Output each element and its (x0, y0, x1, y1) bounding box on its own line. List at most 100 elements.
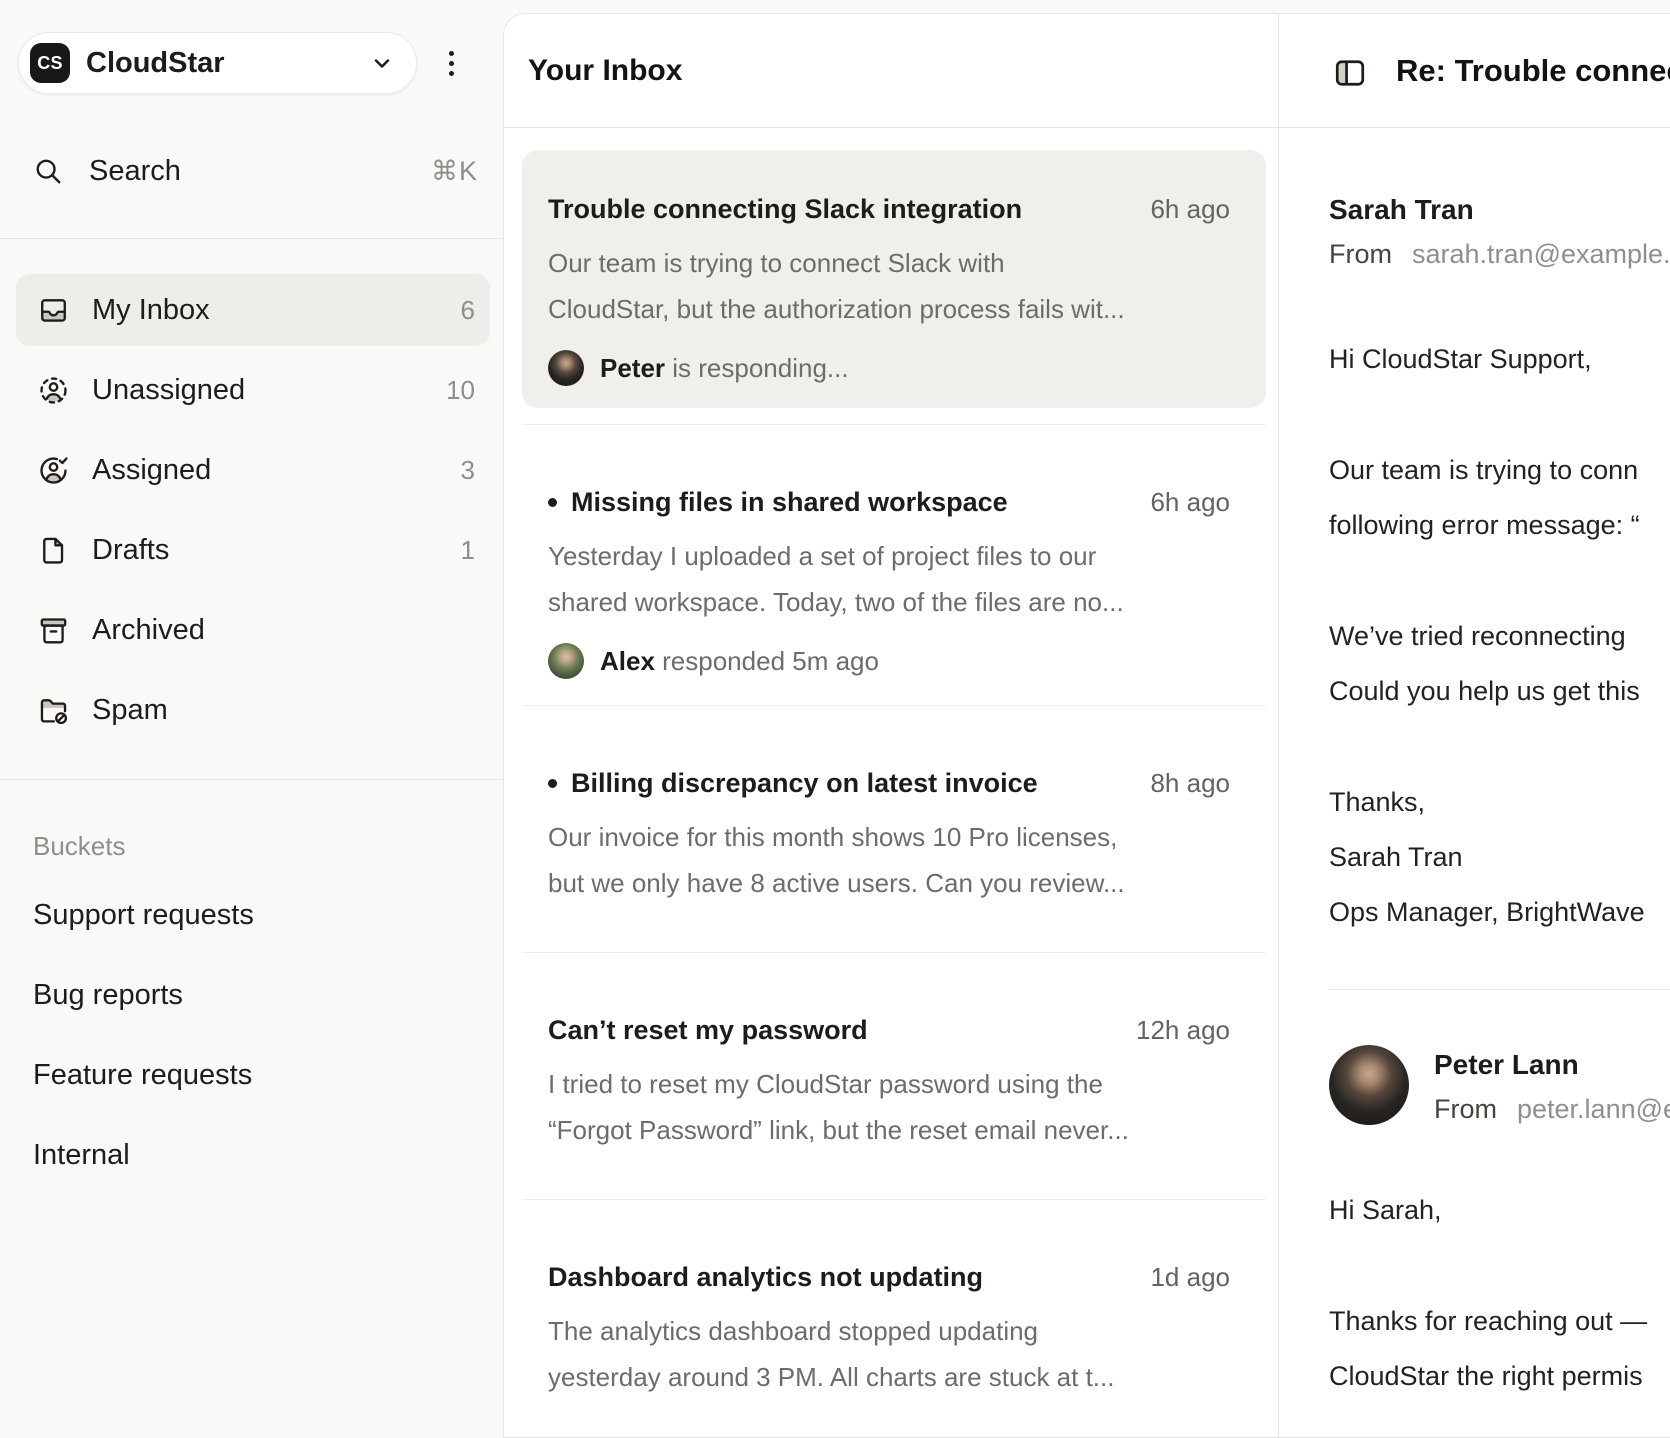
bucket-item-internal[interactable]: Internal (33, 1119, 478, 1191)
sidebar-item-label: Assigned (92, 454, 211, 487)
workspace-row: CS CloudStar (18, 32, 485, 94)
conversation-time: 6h ago (1130, 194, 1230, 225)
responder-name: Alex (600, 646, 655, 676)
conversation-item[interactable]: Missing files in shared workspace 6h ago… (522, 424, 1266, 705)
message-line: Hi CloudStar Support, (1329, 332, 1670, 387)
sidebar-divider (0, 238, 503, 239)
sidebar-item-count: 1 (461, 535, 475, 566)
search-button[interactable]: Search ⌘K (33, 152, 478, 190)
responder-action: responded 5m ago (655, 646, 879, 676)
message-header: Sarah Tran From sarah.tran@example.com (1329, 194, 1670, 270)
conversation-item-selected[interactable]: Trouble connecting Slack integration 6h … (522, 150, 1266, 408)
buckets-section: Buckets Support requests Bug reports Fea… (33, 832, 478, 1191)
sidebar-item-label: My Inbox (92, 294, 210, 327)
message-author: Peter Lann (1434, 1049, 1670, 1081)
sidebar-item-my-inbox[interactable]: My Inbox 6 (16, 274, 490, 346)
sidebar-item-label: Unassigned (92, 374, 245, 407)
conversation-item[interactable]: Dashboard analytics not updating 1d ago … (522, 1199, 1266, 1437)
conversation-title: Trouble connecting Slack integration (548, 192, 1022, 226)
conversation-preview: Our invoice for this month shows 10 Pro … (548, 814, 1230, 860)
overflow-menu-button[interactable] (441, 43, 462, 84)
conversation-preview: Yesterday I uploaded a set of project fi… (548, 533, 1230, 579)
alex-avatar (548, 643, 584, 679)
message-line: Ops Manager, BrightWave (1329, 885, 1670, 940)
conversation-title: Missing files in shared workspace (571, 485, 1008, 519)
responder-status: Peter is responding... (548, 350, 1230, 386)
main-panels: Your Inbox Trouble connecting Slack inte… (503, 13, 1670, 1438)
user-check-icon (37, 454, 70, 487)
conversation-preview: Our team is trying to connect Slack with (548, 240, 1230, 286)
responder-status: Alex responded 5m ago (548, 643, 1230, 679)
sidebar-item-drafts[interactable]: Drafts 1 (16, 514, 490, 586)
sidebar-nav: My Inbox 6 Unassigned 10 (16, 274, 490, 746)
unread-dot (548, 498, 557, 507)
sidebar-item-unassigned[interactable]: Unassigned 10 (16, 354, 490, 426)
message-thread: Sarah Tran From sarah.tran@example.com Hi… (1279, 128, 1670, 1404)
conversation-list-pane: Your Inbox Trouble connecting Slack inte… (504, 14, 1279, 1437)
message-line: We’ve tried reconnecting (1329, 609, 1670, 664)
peter-avatar (548, 350, 584, 386)
sidebar-item-spam[interactable]: Spam (16, 674, 490, 746)
document-icon (37, 534, 70, 567)
conversation-item[interactable]: Billing discrepancy on latest invoice 8h… (522, 705, 1266, 952)
from-label: From (1434, 1094, 1497, 1124)
from-email: sarah.tran@example.com (1412, 239, 1670, 269)
sidebar-item-archived[interactable]: Archived (16, 594, 490, 666)
workspace-switcher[interactable]: CS CloudStar (18, 32, 417, 94)
conversation-preview: but we only have 8 active users. Can you… (548, 860, 1230, 906)
sidebar-item-count: 6 (461, 295, 475, 326)
bucket-item-feature-requests[interactable]: Feature requests (33, 1039, 478, 1111)
unread-dot (548, 779, 557, 788)
search-label: Search (89, 155, 181, 188)
folder-slash-icon (37, 694, 70, 727)
conversation-time: 8h ago (1130, 768, 1230, 799)
panel-toggle-icon (1332, 55, 1368, 91)
sidebar-item-label: Archived (92, 614, 205, 647)
sidebar-item-label: Drafts (92, 534, 169, 567)
message-line: following error message: “ (1329, 498, 1670, 553)
conversation-time: 6h ago (1130, 487, 1230, 518)
bucket-item-support-requests[interactable]: Support requests (33, 879, 478, 951)
conversation-title: Can’t reset my password (548, 1013, 868, 1047)
conversation-preview: The analytics dashboard stopped updating (548, 1308, 1230, 1354)
conversation-title: Dashboard analytics not updating (548, 1260, 983, 1294)
responder-name: Peter (600, 353, 665, 383)
message-line: CloudStar the right permis (1329, 1349, 1670, 1404)
message-line: Thanks, (1329, 775, 1670, 830)
list-pane-header: Your Inbox (504, 14, 1278, 128)
buckets-heading: Buckets (33, 832, 478, 860)
message-line: Thanks for reaching out — (1329, 1294, 1670, 1349)
conversation-preview: yesterday around 3 PM. All charts are st… (548, 1354, 1230, 1400)
conversation-item[interactable]: Can’t reset my password 12h ago I tried … (522, 952, 1266, 1199)
search-icon (33, 156, 63, 186)
message-line: Hi Sarah, (1329, 1183, 1670, 1238)
detail-pane-header: Re: Trouble connecting Slack integration (1279, 14, 1670, 128)
conversation-detail-title: Re: Trouble connecting Slack integration (1396, 53, 1670, 89)
search-shortcut: ⌘K (431, 156, 478, 187)
bucket-item-bug-reports[interactable]: Bug reports (33, 959, 478, 1031)
sidebar-divider (0, 779, 503, 780)
user-dashed-icon (37, 374, 70, 407)
message-author: Sarah Tran (1329, 194, 1670, 226)
from-email: peter.lann@example.com (1517, 1094, 1670, 1124)
message-header: Peter Lann From peter.lann@example.com (1329, 1045, 1670, 1125)
message-line: Sarah Tran (1329, 830, 1670, 885)
conversation-preview: CloudStar, but the authorization process… (548, 286, 1230, 332)
conversation-detail-pane: Re: Trouble connecting Slack integration… (1279, 14, 1670, 1437)
sidebar: CS CloudStar Search ⌘K My Inbox 6 (0, 0, 503, 1408)
inbox-icon (37, 294, 70, 327)
peter-avatar (1329, 1045, 1409, 1125)
conversation-preview: I tried to reset my CloudStar password u… (548, 1061, 1230, 1107)
conversation-list: Trouble connecting Slack integration 6h … (504, 128, 1278, 1437)
page-title: Your Inbox (528, 54, 682, 88)
message-divider (1329, 989, 1670, 990)
sidebar-item-count: 3 (461, 455, 475, 486)
message-line: Our team is trying to conn (1329, 443, 1670, 498)
message-line: Could you help us get this (1329, 664, 1670, 719)
conversation-time: 12h ago (1116, 1015, 1230, 1046)
workspace-logo: CS (30, 43, 70, 83)
from-label: From (1329, 239, 1392, 269)
sidebar-item-assigned[interactable]: Assigned 3 (16, 434, 490, 506)
responder-action: is responding... (665, 353, 849, 383)
panel-toggle-button[interactable] (1332, 55, 1368, 87)
